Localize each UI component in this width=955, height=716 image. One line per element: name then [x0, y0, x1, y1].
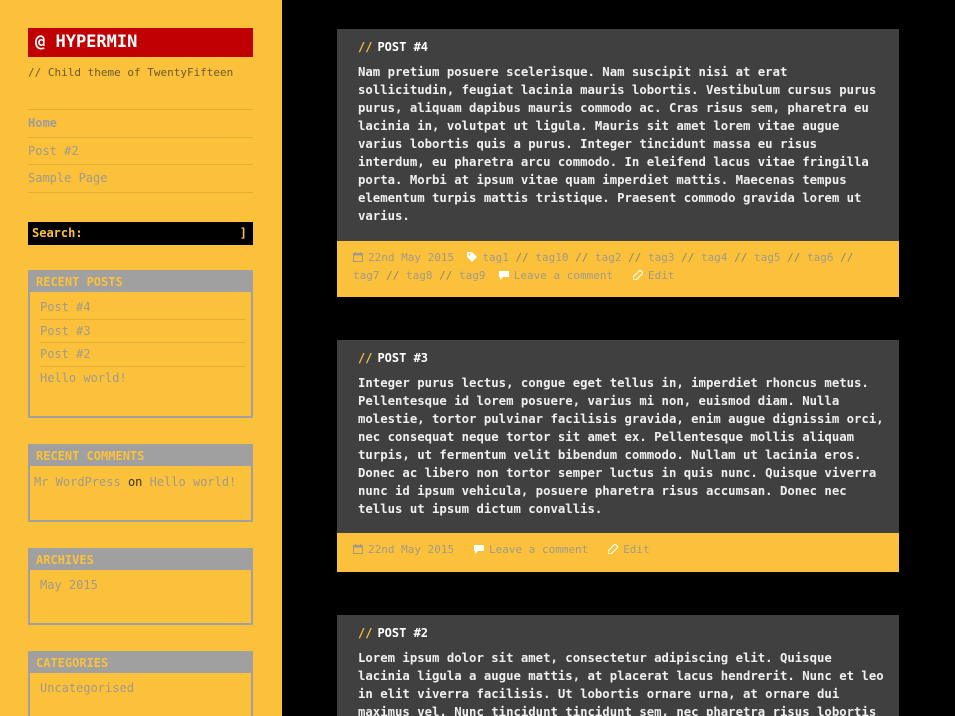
leave-comment-link[interactable]: Leave a comment [489, 543, 588, 556]
tag-link[interactable]: tag9 [459, 269, 486, 282]
archive-link[interactable]: May 2015 [40, 574, 245, 598]
calendar-icon [353, 544, 363, 554]
pencil-icon [632, 270, 643, 280]
leave-comment-link[interactable]: Leave a comment [514, 269, 613, 282]
post-content: Lorem ipsum dolor sit amet, consectetur … [358, 651, 884, 716]
recent-post-link[interactable]: Post #4 [40, 296, 245, 320]
sidebar: @ HYPERMIN // Child theme of TwentyFifte… [0, 0, 282, 716]
widget-title-recent-comments: RECENT COMMENTS [30, 446, 251, 466]
tag-link[interactable]: tag8 [406, 269, 433, 282]
post-title-link[interactable]: POST #4 [377, 40, 428, 54]
edit-link[interactable]: Edit [648, 269, 675, 282]
comment-author-link[interactable]: Mr WordPress [34, 475, 121, 489]
comment-post-link[interactable]: Hello world! [150, 475, 237, 489]
post-title-prefix: // [358, 351, 373, 365]
tag-separator: // [439, 269, 453, 282]
post-title: // POST #4 [358, 40, 428, 54]
tag-link[interactable]: tag2 [595, 251, 622, 264]
tag-link[interactable]: tag7 [353, 269, 380, 282]
post-title: // POST #3 [358, 351, 428, 365]
search-form: Search: [ ] [28, 222, 253, 263]
tag-separator: // [575, 251, 589, 264]
post-article: // POST #4 Nam pretium posuere scelerisqu… [337, 29, 899, 297]
main-navigation: Home Post #2 Sample Page [28, 109, 253, 193]
tag-link[interactable]: tag1 [482, 251, 509, 264]
post-content: Nam pretium posuere scelerisque. Nam sus… [358, 65, 877, 223]
tag-separator: // [734, 251, 748, 264]
recent-post-link[interactable]: Hello world! [40, 367, 245, 391]
post-title-prefix: // [358, 40, 373, 54]
post-title-link[interactable]: POST #2 [377, 626, 428, 640]
nav-item-sample-page[interactable]: Sample Page [28, 165, 253, 193]
archives-list: May 2015 [30, 570, 251, 598]
comment-icon [473, 545, 484, 554]
tag-link[interactable]: tag6 [807, 251, 834, 264]
tag-link[interactable]: tag5 [754, 251, 781, 264]
tag-link[interactable]: tag3 [648, 251, 675, 264]
recent-posts-list: Post #4 Post #3 Post #2 Hello world! [30, 292, 251, 390]
tag-separator: // [840, 251, 854, 264]
widget-recent-posts: RECENT POSTS Post #4 Post #3 Post #2 Hel… [28, 270, 253, 418]
tag-link[interactable]: tag4 [701, 251, 728, 264]
post-content: Integer purus lectus, congue eget tellus… [358, 376, 884, 516]
comment-on-text: on [127, 475, 143, 489]
recent-post-link[interactable]: Post #2 [40, 343, 245, 367]
site-title-link[interactable]: @ HYPERMIN [28, 28, 253, 57]
recent-post-link[interactable]: Post #3 [40, 320, 245, 343]
pencil-icon [608, 544, 619, 554]
edit-link[interactable]: Edit [623, 543, 650, 556]
tag-icon [467, 252, 478, 262]
site-description: // Child theme of TwentyFifteen [28, 66, 234, 79]
tag-link[interactable]: tag10 [535, 251, 568, 264]
widget-categories: CATEGORIES Uncategorised [28, 651, 253, 716]
tag-separator: // [681, 251, 695, 264]
nav-item-post-2[interactable]: Post #2 [28, 138, 253, 165]
tag-separator: // [515, 251, 529, 264]
tag-separator: // [628, 251, 642, 264]
post-title: // POST #2 [358, 626, 428, 640]
comment-icon [498, 271, 509, 280]
nav-item-home[interactable]: Home [28, 110, 253, 138]
widget-archives: ARCHIVES May 2015 [28, 548, 253, 625]
post-article: // POST #2 Lorem ipsum dolor sit amet, co… [337, 615, 899, 716]
post-date-link[interactable]: 22nd May 2015 [368, 251, 454, 264]
tag-separator: // [386, 269, 400, 282]
recent-comment-item: Mr WordPress on Hello world! [30, 466, 251, 498]
widget-title-categories: CATEGORIES [30, 653, 251, 673]
category-link[interactable]: Uncategorised [40, 677, 245, 701]
search-label: Search: [ [32, 226, 83, 263]
post-title-prefix: // [358, 626, 373, 640]
calendar-icon [353, 252, 363, 262]
post-title-link[interactable]: POST #3 [377, 351, 428, 365]
search-input[interactable] [86, 222, 240, 245]
widget-title-recent-posts: RECENT POSTS [30, 272, 251, 292]
post-footer: 22nd May 2015 tag1 // tag10 // tag2 // t… [337, 241, 899, 297]
post-article: // POST #3 Integer purus lectus, congue e… [337, 340, 899, 572]
widget-recent-comments: RECENT COMMENTS Mr WordPress on Hello wo… [28, 444, 253, 522]
post-date-link[interactable]: 22nd May 2015 [368, 543, 454, 556]
search-bracket-close: ] [239, 226, 247, 240]
post-footer: 22nd May 2015 Leave a comment Edit [337, 533, 899, 572]
widget-title-archives: ARCHIVES [30, 550, 251, 570]
categories-list: Uncategorised [30, 673, 251, 701]
tag-separator: // [787, 251, 801, 264]
